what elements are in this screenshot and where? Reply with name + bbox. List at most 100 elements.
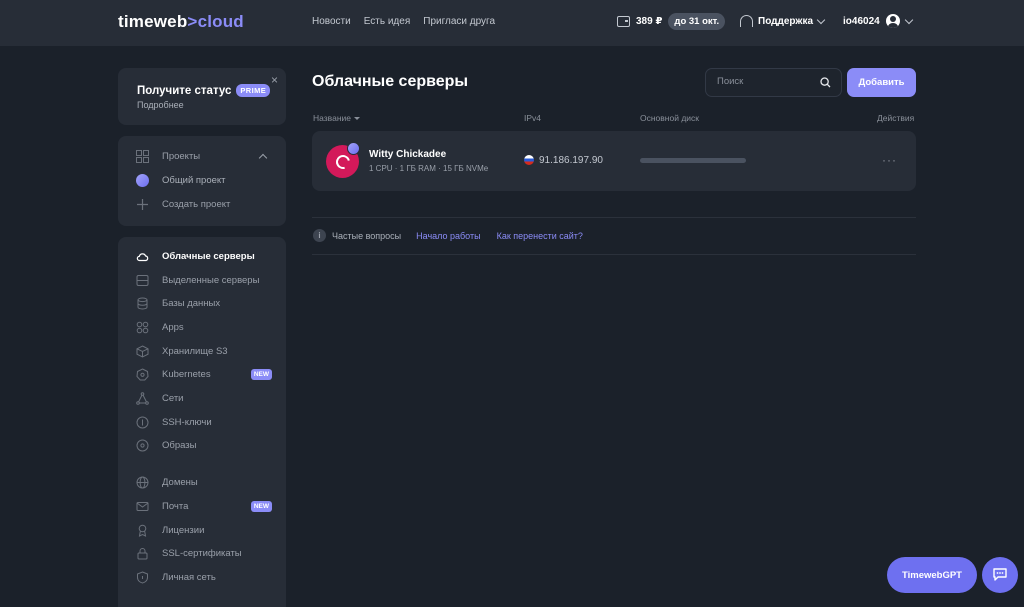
divider bbox=[312, 217, 916, 218]
search-box[interactable] bbox=[705, 68, 842, 97]
sidebar-item-label: Домены bbox=[162, 477, 198, 488]
sidebar-item-domains[interactable]: Домены bbox=[136, 476, 272, 489]
project-label: Общий проект bbox=[162, 175, 226, 186]
sidebar-item-dedicated-servers[interactable]: Выделенные серверы bbox=[136, 274, 272, 287]
sidebar-item-label: Выделенные серверы bbox=[162, 275, 260, 286]
username: io46024 bbox=[843, 15, 880, 27]
lock-icon bbox=[136, 547, 149, 560]
russia-flag-icon bbox=[524, 155, 534, 165]
nav-invite[interactable]: Пригласи друга bbox=[423, 16, 495, 27]
prime-promo-card[interactable]: Получите статус PRIME Подробнее × bbox=[118, 68, 286, 125]
divider bbox=[312, 254, 916, 255]
storage-icon bbox=[136, 345, 149, 358]
sidebar-item-label: Сети bbox=[162, 393, 184, 404]
column-header-actions: Действия bbox=[877, 113, 915, 123]
sidebar-item-ssl[interactable]: SSL-сертификаты bbox=[136, 547, 272, 560]
mail-icon bbox=[136, 500, 149, 513]
grid-icon bbox=[136, 150, 149, 163]
search-input[interactable] bbox=[717, 76, 817, 87]
top-header: timeweb>cloud Новости Есть идея Пригласи… bbox=[0, 0, 1024, 46]
avatar bbox=[885, 14, 900, 28]
logo-separator: > bbox=[187, 12, 198, 31]
sidebar-item-storage-s3[interactable]: Хранилище S3 bbox=[136, 345, 272, 358]
chat-button[interactable] bbox=[982, 557, 1018, 593]
plus-icon bbox=[136, 198, 149, 211]
server-ip[interactable]: 91.186.197.90 bbox=[539, 155, 603, 166]
image-icon bbox=[136, 439, 149, 452]
sidebar-item-databases[interactable]: Базы данных bbox=[136, 297, 272, 310]
new-badge: NEW bbox=[250, 501, 272, 512]
sidebar-item-label: Хранилище S3 bbox=[162, 346, 228, 357]
promo-more-link[interactable]: Подробнее bbox=[137, 100, 184, 110]
column-header-name[interactable]: Название bbox=[313, 113, 360, 123]
logo-main: timeweb bbox=[118, 12, 188, 31]
globe-icon bbox=[136, 476, 149, 489]
shield-icon bbox=[136, 571, 149, 584]
database-icon bbox=[136, 297, 149, 310]
nav-idea[interactable]: Есть идея bbox=[364, 16, 411, 27]
timeweb-gpt-button[interactable]: TimewebGPT bbox=[887, 557, 977, 593]
sidebar-item-label: Базы данных bbox=[162, 298, 221, 309]
balance[interactable]: 389 ₽ до 31 окт. bbox=[617, 13, 726, 30]
promo-title-text: Получите статус bbox=[137, 84, 232, 97]
add-server-button[interactable]: Добавить bbox=[847, 68, 916, 97]
sidebar-item-images[interactable]: Образы bbox=[136, 439, 272, 452]
nav-news[interactable]: Новости bbox=[312, 16, 351, 27]
sidebar-item-label: Облачные серверы bbox=[162, 251, 255, 262]
sidebar-item-label: Почта bbox=[162, 501, 189, 512]
top-nav: Новости Есть идея Пригласи друга bbox=[312, 16, 495, 27]
server-spec: 1 CPU · 1 ГБ RAM · 15 ГБ NVMe bbox=[369, 164, 489, 173]
services-sidebar: Облачные серверы Выделенные серверы Базы… bbox=[118, 237, 286, 607]
balance-until-badge: до 31 окт. bbox=[668, 13, 726, 30]
apps-icon bbox=[136, 321, 149, 334]
sidebar-item-kubernetes[interactable]: Kubernetes NEW bbox=[136, 368, 272, 381]
logo[interactable]: timeweb>cloud bbox=[118, 12, 244, 32]
server-name[interactable]: Witty Chickadee bbox=[369, 149, 446, 160]
user-menu[interactable]: io46024 bbox=[843, 14, 913, 28]
info-icon: i bbox=[313, 229, 326, 242]
projects-card: Проекты Общий проект Создать проект bbox=[118, 136, 286, 226]
support-menu[interactable]: Поддержка bbox=[740, 15, 826, 27]
sidebar-item-cloud-servers[interactable]: Облачные серверы bbox=[136, 250, 272, 263]
cloud-icon bbox=[136, 250, 149, 263]
kubernetes-icon bbox=[136, 368, 149, 381]
column-header-ipv4: IPv4 bbox=[524, 113, 542, 123]
prime-badge: PRIME bbox=[236, 84, 271, 97]
search-icon[interactable] bbox=[820, 77, 831, 91]
sidebar-item-label: SSL-сертификаты bbox=[162, 548, 242, 559]
create-project-button[interactable]: Создать проект bbox=[136, 198, 272, 211]
server-icon bbox=[136, 274, 149, 287]
project-item-general[interactable]: Общий проект bbox=[136, 174, 272, 187]
disk-usage-bar bbox=[640, 158, 746, 163]
project-dot-icon bbox=[136, 174, 149, 187]
sidebar-item-mail[interactable]: Почта NEW bbox=[136, 500, 272, 513]
logo-accent: cloud bbox=[197, 12, 244, 31]
project-dot-icon bbox=[347, 142, 360, 155]
chevron-down-icon bbox=[816, 15, 826, 24]
sidebar-item-ssh-keys[interactable]: SSH-ключи bbox=[136, 416, 272, 429]
server-row[interactable]: Witty Chickadee 1 CPU · 1 ГБ RAM · 15 ГБ… bbox=[312, 131, 916, 191]
create-project-label: Создать проект bbox=[162, 199, 231, 210]
headset-icon bbox=[740, 15, 753, 27]
sidebar-item-label: Лицензии bbox=[162, 525, 205, 536]
sidebar-item-networks[interactable]: Сети bbox=[136, 392, 272, 405]
sidebar-item-apps[interactable]: Apps bbox=[136, 321, 272, 334]
balance-amount: 389 ₽ bbox=[636, 16, 663, 27]
license-icon bbox=[136, 524, 149, 537]
close-icon[interactable]: × bbox=[271, 73, 278, 87]
key-icon bbox=[136, 416, 149, 429]
projects-header[interactable]: Проекты bbox=[136, 150, 272, 163]
chat-icon bbox=[992, 566, 1008, 585]
projects-header-label: Проекты bbox=[162, 151, 201, 162]
faq-link-getting-started[interactable]: Начало работы bbox=[416, 231, 480, 241]
sidebar-item-label: Apps bbox=[162, 322, 184, 333]
more-actions-button[interactable]: ··· bbox=[882, 153, 897, 167]
wallet-icon bbox=[617, 16, 630, 27]
sidebar-item-label: SSH-ключи bbox=[162, 417, 212, 428]
sidebar-item-private-network[interactable]: Личная сеть bbox=[136, 571, 272, 584]
sidebar-item-licenses[interactable]: Лицензии bbox=[136, 524, 272, 537]
sidebar-item-label: Образы bbox=[162, 440, 197, 451]
sidebar-item-label: Личная сеть bbox=[162, 572, 216, 583]
faq-label: Частые вопросы bbox=[332, 230, 402, 241]
faq-link-migrate-site[interactable]: Как перенести сайт? bbox=[497, 231, 583, 241]
